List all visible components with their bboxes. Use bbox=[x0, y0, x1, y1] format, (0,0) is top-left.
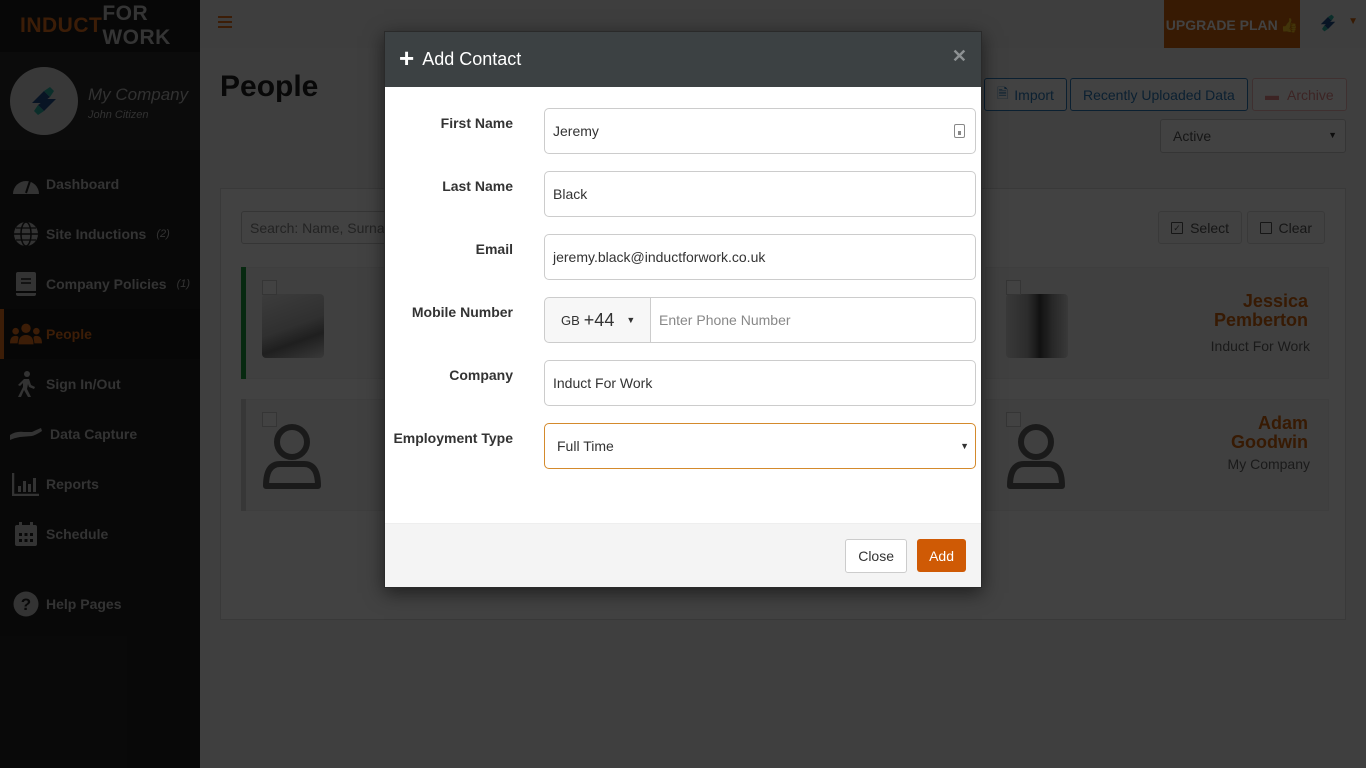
email-row: Email jeremy.black@inductforwork.co.uk bbox=[385, 234, 981, 280]
employment-type-row: Employment Type Full Time ▼ bbox=[385, 423, 981, 469]
employment-type-value: Full Time bbox=[557, 438, 614, 454]
modal-body: First Name Jeremy Last Name Black Email … bbox=[385, 87, 981, 525]
last-name-field[interactable]: Black bbox=[544, 171, 976, 217]
add-contact-modal: + Add Contact ✕ First Name Jeremy Last N… bbox=[384, 31, 982, 588]
modal-title: Add Contact bbox=[422, 49, 522, 69]
plus-icon: + bbox=[399, 43, 415, 73]
phone-number-input[interactable]: Enter Phone Number bbox=[651, 297, 976, 343]
company-field[interactable]: Induct For Work bbox=[544, 360, 976, 406]
add-button[interactable]: Add bbox=[917, 539, 966, 572]
employment-type-select[interactable]: Full Time ▼ bbox=[544, 423, 976, 469]
close-button[interactable]: Close bbox=[845, 539, 907, 573]
company-value: Induct For Work bbox=[553, 375, 653, 391]
country-code: GB bbox=[561, 312, 580, 328]
email-field[interactable]: jeremy.black@inductforwork.co.uk bbox=[544, 234, 976, 280]
contact-card-icon[interactable] bbox=[954, 124, 965, 138]
first-name-field[interactable]: Jeremy bbox=[544, 108, 976, 154]
last-name-value: Black bbox=[553, 186, 588, 202]
modal-footer: Close Add bbox=[385, 523, 981, 587]
last-name-label: Last Name bbox=[442, 178, 513, 194]
email-value: jeremy.black@inductforwork.co.uk bbox=[553, 249, 766, 265]
company-label: Company bbox=[449, 367, 513, 383]
mobile-number-label: Mobile Number bbox=[411, 304, 513, 320]
country-code-select[interactable]: GB +44 ▼ bbox=[544, 297, 651, 343]
close-icon[interactable]: ✕ bbox=[952, 46, 967, 67]
employment-type-label: Employment Type bbox=[393, 430, 513, 446]
dial-code: +44 bbox=[583, 309, 615, 330]
caret-down-icon: ▼ bbox=[626, 315, 636, 325]
caret-down-icon: ▼ bbox=[960, 441, 969, 451]
modal-header: + Add Contact ✕ bbox=[385, 32, 981, 87]
last-name-row: Last Name Black bbox=[385, 171, 981, 217]
mobile-number-group: GB +44 ▼ Enter Phone Number bbox=[544, 297, 976, 343]
first-name-row: First Name Jeremy bbox=[385, 108, 981, 154]
email-label: Email bbox=[475, 241, 513, 257]
first-name-label: First Name bbox=[440, 115, 513, 131]
company-row: Company Induct For Work bbox=[385, 360, 981, 406]
first-name-value: Jeremy bbox=[553, 123, 599, 139]
mobile-number-row: Mobile Number GB +44 ▼ Enter Phone Numbe… bbox=[385, 297, 981, 343]
